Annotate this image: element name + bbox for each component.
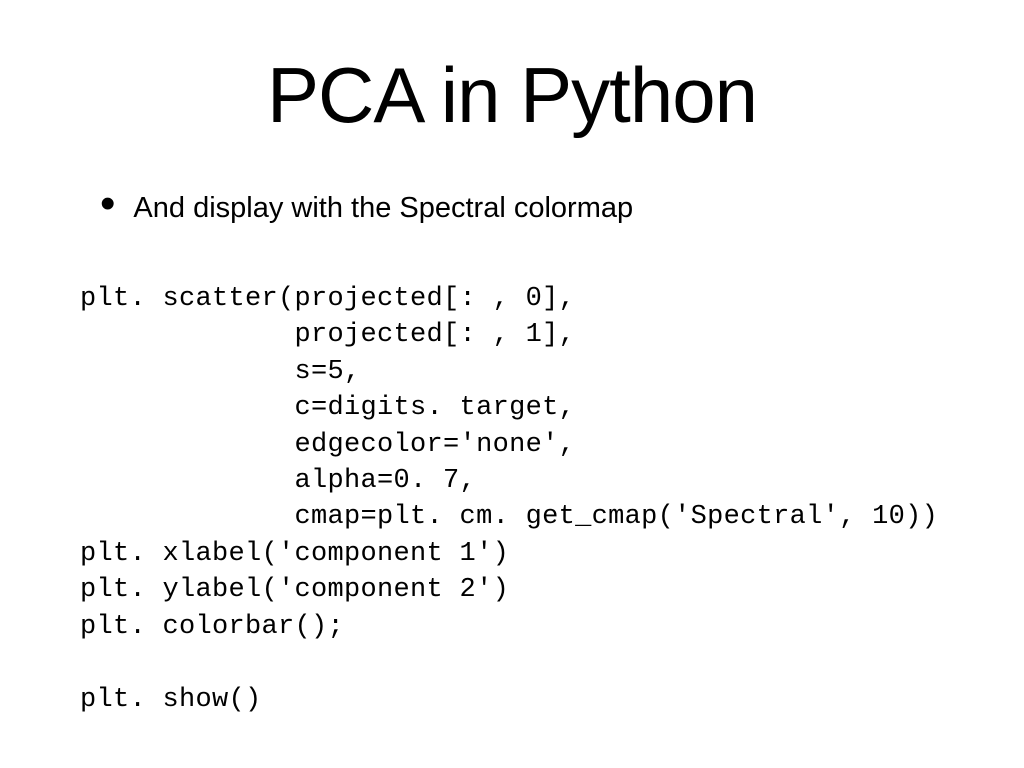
bullet-dot-icon: • <box>100 191 115 217</box>
slide-title: PCA in Python <box>50 50 974 141</box>
code-block: plt. scatter(projected[: , 0], projected… <box>80 281 974 718</box>
bullet-text: And display with the Spectral colormap <box>133 191 633 226</box>
bullet-item: • And display with the Spectral colormap <box>100 191 974 226</box>
